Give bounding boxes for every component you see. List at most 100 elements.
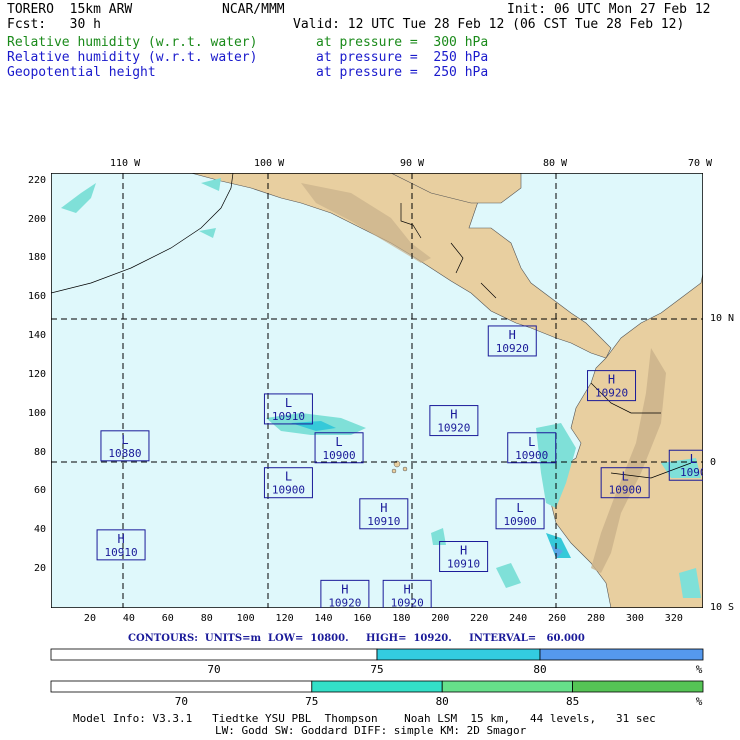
field-2-name: Relative humidity (w.r.t. water) [7,50,258,65]
x-tick-label: 100 [236,613,255,624]
center-value: 10910 [447,558,480,571]
center-type: L [528,435,535,449]
center-value: 10910 [272,410,305,423]
x-tick-label: 220 [470,613,489,624]
colorbar-tick: 70 [207,663,220,676]
x-tick-label: 160 [353,613,372,624]
x-tick-label: 300 [625,613,644,624]
center-type: L [622,470,629,484]
galapagos-island [402,466,408,472]
y-tick-label: 100 [28,407,47,419]
center-title: NCAR/MMM [222,2,285,17]
lon-label-80w: 80 W [543,158,568,169]
lon-label-90w: 90 W [400,158,425,169]
contour-info: CONTOURS: UNITS=m LOW= 10800. HIGH= 1092… [128,633,585,644]
center-value: 10880 [108,447,141,460]
x-tick-label: 80 [200,613,213,624]
physics-info: LW: Godd SW: Goddard DIFF: simple KM: 2D… [215,724,527,737]
lat-label-0: 0 [710,457,717,468]
y-tick-label: 120 [28,368,47,380]
y-tick-label: 180 [28,252,47,264]
lat-label-10n: 10 N [710,313,735,324]
center-value: 10920 [437,422,470,435]
center-value: 10920 [595,387,628,400]
center-type: H [380,501,387,515]
field-1-name: Relative humidity (w.r.t. water) [7,35,258,50]
y-tick-label: 80 [34,446,47,458]
colorbar-segment [311,680,443,693]
galapagos-island [391,468,397,474]
colorbar-rh-250: 70 75 80% [50,648,704,676]
center-type: L [121,433,128,447]
x-tick-label: 40 [122,613,135,624]
colorbar-tick: 75 [370,663,383,676]
center-type: H [117,532,124,546]
center-value: 10900 [503,515,536,528]
center-type: H [341,582,348,596]
center-value: 10910 [105,546,138,559]
y-tick-label: 200 [28,213,47,225]
center-type: H [404,582,411,596]
y-tick-label: 20 [34,563,47,575]
colorbar-segment [572,680,704,693]
y-tick-label: 220 [28,174,47,186]
colorbar-tick: 80 [533,663,546,676]
colorbar-tick: 80 [436,695,449,708]
colorbar-segment [441,680,574,693]
colorbar-tick: 75 [305,695,318,708]
valid-time: Valid: 12 UTC Tue 28 Feb 12 (06 CST Tue … [293,17,685,32]
x-tick-label: 200 [431,613,450,624]
center-type: L [285,396,292,410]
center-value: 1090 [680,466,703,479]
y-tick-label: 140 [28,330,47,342]
center-value: 10910 [367,515,400,528]
center-type: H [460,544,467,558]
colorbar-tick: 70 [175,695,188,708]
center-type: H [509,328,516,342]
colorbar-tick: 85 [566,695,579,708]
center-type: H [608,373,615,387]
y-tick-label: 160 [28,291,47,303]
colorbar-segment [50,648,378,661]
x-tick-label: 60 [161,613,174,624]
center-value: 10900 [272,484,305,497]
center-type: L [285,470,292,484]
field-1-level: at pressure = 300 hPa [316,35,489,50]
colorbar-unit: % [696,663,703,676]
init-time: Init: 06 UTC Mon 27 Feb 12 [507,2,711,17]
lon-label-100w: 100 W [254,158,285,169]
x-tick-label: 260 [548,613,567,624]
x-tick-label: 20 [83,613,96,624]
center-type: L [690,452,697,466]
center-value: 10900 [322,449,355,462]
x-tick-label: 140 [314,613,333,624]
field-3-name: Geopotential height [7,65,156,80]
field-2-level: at pressure = 250 hPa [316,50,489,65]
lon-label-110w: 110 W [110,158,141,169]
model-title: TORERO 15km ARW [7,2,133,17]
x-tick-label: 320 [664,613,683,624]
center-type: H [450,408,457,422]
colorbar-segment [50,680,313,693]
colorbar-unit: % [696,695,703,708]
x-tick-label: 180 [392,613,411,624]
y-tick-label: 60 [34,485,47,497]
center-type: L [516,501,523,515]
colorbar-segment [539,648,704,661]
center-value: 10920 [391,596,424,608]
lat-label-10s: 10 S [710,602,735,613]
colorbar-segment [376,648,541,661]
lon-label-70w: 70 W [688,158,713,169]
center-value: 10900 [609,484,642,497]
center-value: 10920 [328,596,361,608]
x-tick-label: 240 [509,613,528,624]
y-tick-label: 40 [34,524,47,536]
weather-map: H10920H10920L10910L10880H10920L10900L109… [51,173,703,608]
center-type: L [335,435,342,449]
x-tick-label: 280 [586,613,606,624]
center-value: 10900 [515,449,548,462]
field-3-level: at pressure = 250 hPa [316,65,489,80]
forecast-hour: Fcst: 30 h [7,17,101,32]
center-value: 10920 [496,342,529,355]
x-tick-label: 120 [275,613,294,624]
